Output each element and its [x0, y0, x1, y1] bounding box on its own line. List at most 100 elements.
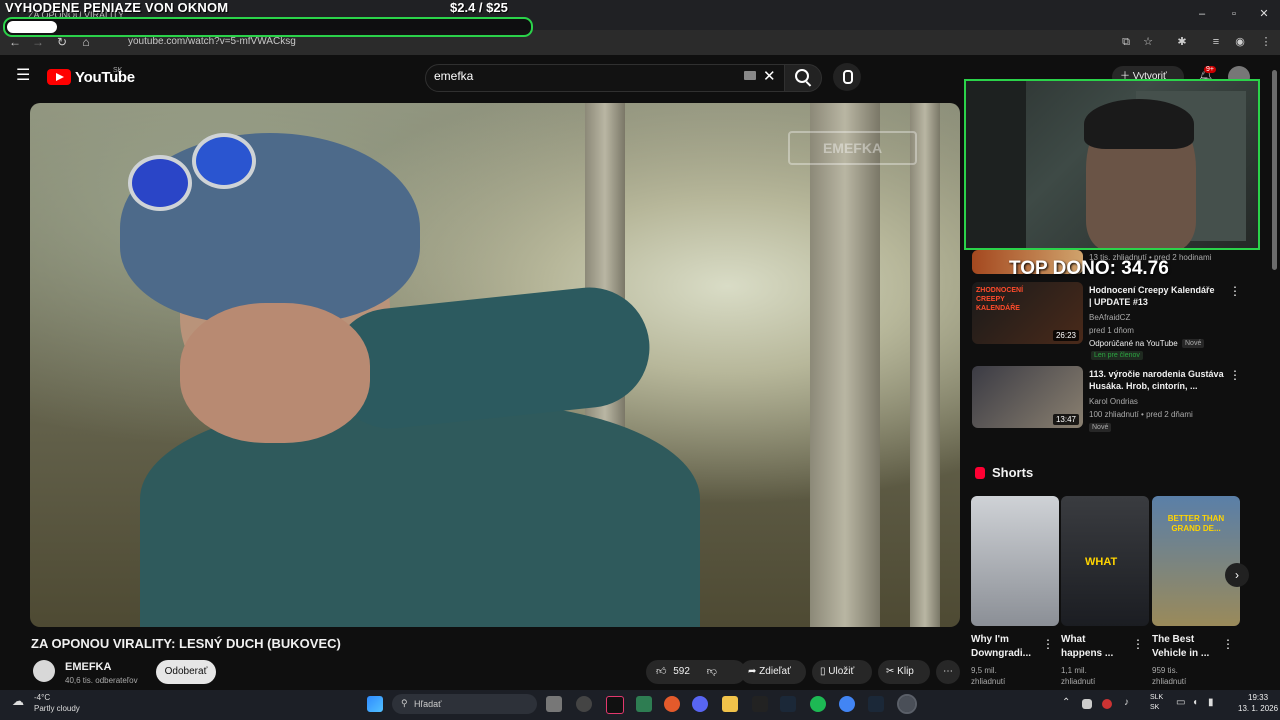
search-input-value[interactable]: emefka [434, 69, 473, 83]
share-button[interactable]: ➦ Zdieľať [740, 660, 806, 684]
video-person-hand [180, 303, 370, 443]
start-icon[interactable] [367, 696, 383, 712]
task-view-icon[interactable] [546, 696, 562, 712]
app-icon[interactable] [664, 696, 680, 712]
like-count[interactable]: 592 [673, 666, 690, 677]
clip-button[interactable]: ✂ Klip [878, 660, 930, 684]
short-view-label: zhliadnutí [1061, 677, 1096, 686]
bookmark-star-icon[interactable]: ☆ [1140, 34, 1156, 50]
spotify-icon[interactable] [810, 696, 826, 712]
top-donation: TOP DONO: 34.76 [1009, 258, 1169, 279]
search-icon[interactable] [795, 69, 809, 83]
short-title[interactable]: What happens ... [1061, 633, 1123, 661]
clip-label: Klip [897, 666, 914, 677]
extensions-icon[interactable]: ✱ [1174, 34, 1190, 50]
notification-count-badge: 9+ [1204, 66, 1216, 73]
chrome-icon[interactable] [839, 696, 855, 712]
video-goggles [128, 155, 192, 211]
close-window-icon[interactable]: ✕ [1254, 6, 1274, 22]
short-thumbnail[interactable]: WHAT [1061, 496, 1149, 626]
install-icon[interactable]: ⧉ [1118, 34, 1134, 50]
shorts-heading: Shorts [992, 465, 1034, 480]
obs-icon[interactable] [576, 696, 592, 712]
keyboard-icon[interactable] [744, 71, 756, 80]
short-title[interactable]: Why I'm Downgradi... [971, 633, 1033, 661]
file-explorer-icon[interactable] [722, 696, 738, 712]
taskbar-search-icon: ⚲ [401, 698, 408, 708]
more-options-icon[interactable]: ⋮ [1229, 368, 1241, 382]
webcam-overlay [964, 79, 1260, 250]
microphone-icon[interactable] [843, 70, 853, 84]
tiktok-icon[interactable] [606, 696, 624, 714]
goal-title: VYHODENE PENIAZE VON OKNOM [5, 0, 229, 15]
more-options-icon[interactable]: ⋮ [1222, 637, 1234, 651]
steam-icon[interactable] [868, 696, 884, 712]
clock-date[interactable]: 13. 1. 2026 [1238, 704, 1278, 713]
discord-icon[interactable] [692, 696, 708, 712]
save-label: Uložiť [828, 666, 855, 677]
subscribe-button[interactable]: Odoberať [156, 660, 216, 684]
webcam-background [966, 81, 1026, 248]
page-scrollbar[interactable] [1272, 70, 1277, 270]
keyboard-layout: SK [1150, 704, 1160, 711]
language-indicator[interactable]: SLK SK [1150, 693, 1163, 713]
more-options-icon[interactable]: ⋮ [1132, 637, 1144, 651]
video-title-link[interactable]: Hodnocení Creepy Kalendáře | UPDATE #13 [1089, 284, 1219, 308]
weather-icon[interactable]: ☁ [12, 694, 24, 708]
save-button[interactable]: ▯ Uložiť [812, 660, 872, 684]
tray-app-icon[interactable] [1102, 699, 1112, 709]
tray-chevron-icon[interactable]: ⌃ [1062, 697, 1070, 708]
goal-amount: $2.4 / $25 [450, 0, 508, 15]
short-thumbnail[interactable]: BETTER THAN GRAND DE... [1152, 496, 1240, 626]
shorts-next-icon[interactable]: › [1225, 563, 1249, 587]
video-thumbnail[interactable]: 13:47 [972, 366, 1083, 428]
channel-name[interactable]: Karol Ondrias [1089, 397, 1138, 406]
steam-icon[interactable] [780, 696, 796, 712]
media-icon[interactable]: ≡ [1208, 34, 1224, 50]
webcam-person-hair [1084, 99, 1194, 149]
short-view-count: 959 tis. [1152, 666, 1178, 675]
weather-temperature[interactable]: -4°C [34, 693, 50, 702]
video-title-link[interactable]: 113. výročie narodenia Gustáva Husáka. H… [1089, 368, 1224, 392]
more-actions-icon[interactable]: ⋯ [936, 660, 960, 684]
more-options-icon[interactable]: ⋮ [1042, 637, 1054, 651]
channel-name[interactable]: EMEFKA [65, 661, 111, 673]
channel-name[interactable]: BeAfraidCZ [1089, 313, 1130, 322]
short-thumbnail[interactable] [971, 496, 1059, 626]
tray-app-icon[interactable] [1082, 699, 1092, 709]
microphone-tray-icon[interactable]: ♪ [1124, 697, 1129, 708]
short-title[interactable]: The Best Vehicle in ... [1152, 633, 1214, 661]
video-duration: 26:23 [1052, 330, 1079, 341]
epic-games-icon[interactable] [752, 696, 768, 712]
more-options-icon[interactable]: ⋮ [1229, 284, 1241, 298]
dislike-icon[interactable]: 👎︎ [707, 666, 717, 677]
hamburger-menu-icon[interactable]: ☰ [16, 68, 32, 84]
browser-active-icon[interactable] [897, 694, 917, 714]
video-thumbnail[interactable]: ZHODNOCENÍ CREEPY KALENDÁŘE 26:23 [972, 282, 1083, 344]
minimize-icon[interactable]: – [1192, 6, 1212, 22]
video-tree [810, 103, 880, 627]
clear-search-icon[interactable]: ✕ [763, 67, 776, 85]
volume-icon[interactable]: ◖ [1192, 697, 1198, 708]
profile-icon[interactable]: ◉ [1232, 34, 1248, 50]
battery-icon[interactable]: ▮ [1208, 697, 1214, 708]
video-meta: pred 1 dňom [1089, 326, 1134, 335]
network-icon[interactable]: ▭ [1176, 697, 1185, 708]
clock-time[interactable]: 19:33 [1248, 693, 1268, 702]
members-only-badge: Len pre členov [1091, 351, 1143, 360]
thumbnail-text: ZHODNOCENÍ CREEPY KALENDÁŘE [976, 287, 1024, 312]
like-icon[interactable]: 👍︎ [656, 666, 666, 677]
share-label: Zdieľať [759, 666, 791, 677]
search-input[interactable] [425, 64, 785, 92]
video-player[interactable]: EMEFKA [30, 103, 960, 627]
youtube-wordmark: YouTube [75, 68, 135, 86]
thumbnail-text: BETTER THAN GRAND DE... [1167, 514, 1225, 533]
channel-watermark[interactable]: EMEFKA [788, 131, 917, 165]
maximize-icon[interactable]: ▫ [1224, 6, 1244, 22]
browser-menu-icon[interactable]: ⋮ [1258, 34, 1274, 50]
short-view-count: 1,1 mil. [1061, 666, 1087, 675]
weather-description[interactable]: Partly cloudy [34, 704, 80, 713]
short-view-label: zhliadnutí [1152, 677, 1187, 686]
channel-avatar[interactable] [33, 660, 55, 682]
app-icon[interactable] [636, 696, 652, 712]
